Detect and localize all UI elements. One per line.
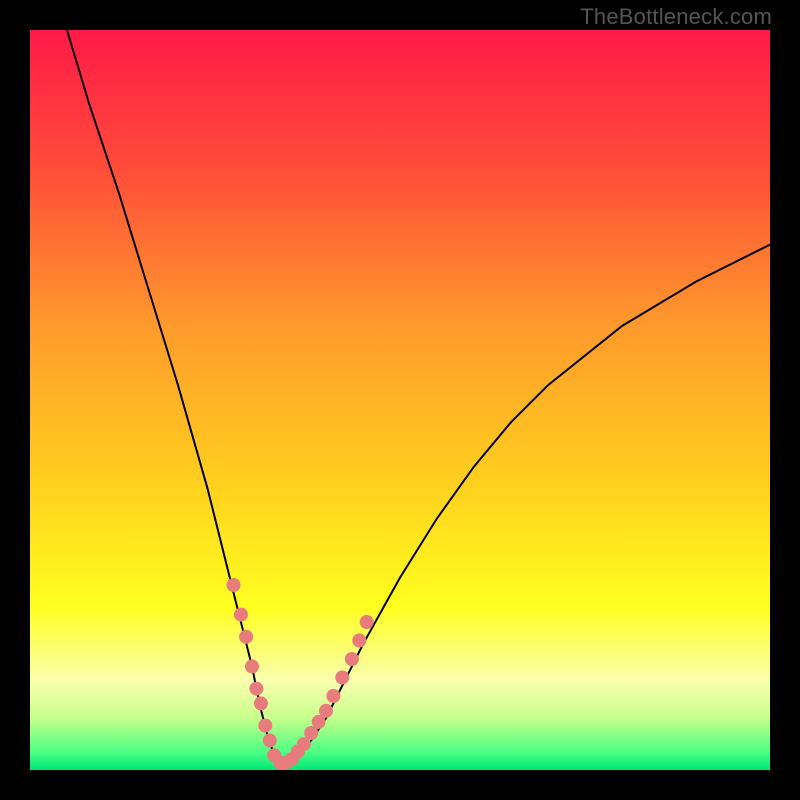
curve-marker [352,634,366,648]
curve-marker [254,696,268,710]
plot-area [30,30,770,770]
curve-marker [234,608,248,622]
marker-group [227,578,374,770]
curve-marker [360,615,374,629]
curve-layer [30,30,770,770]
curve-marker [263,733,277,747]
curve-marker [227,578,241,592]
chart-frame: TheBottleneck.com [0,0,800,800]
curve-marker [245,659,259,673]
curve-marker [335,671,349,685]
curve-marker [319,704,333,718]
curve-marker [258,719,272,733]
curve-marker [326,689,340,703]
curve-marker [249,682,263,696]
curve-marker [345,652,359,666]
watermark-text: TheBottleneck.com [580,4,772,30]
bottleneck-curve [67,30,770,763]
curve-marker [239,630,253,644]
